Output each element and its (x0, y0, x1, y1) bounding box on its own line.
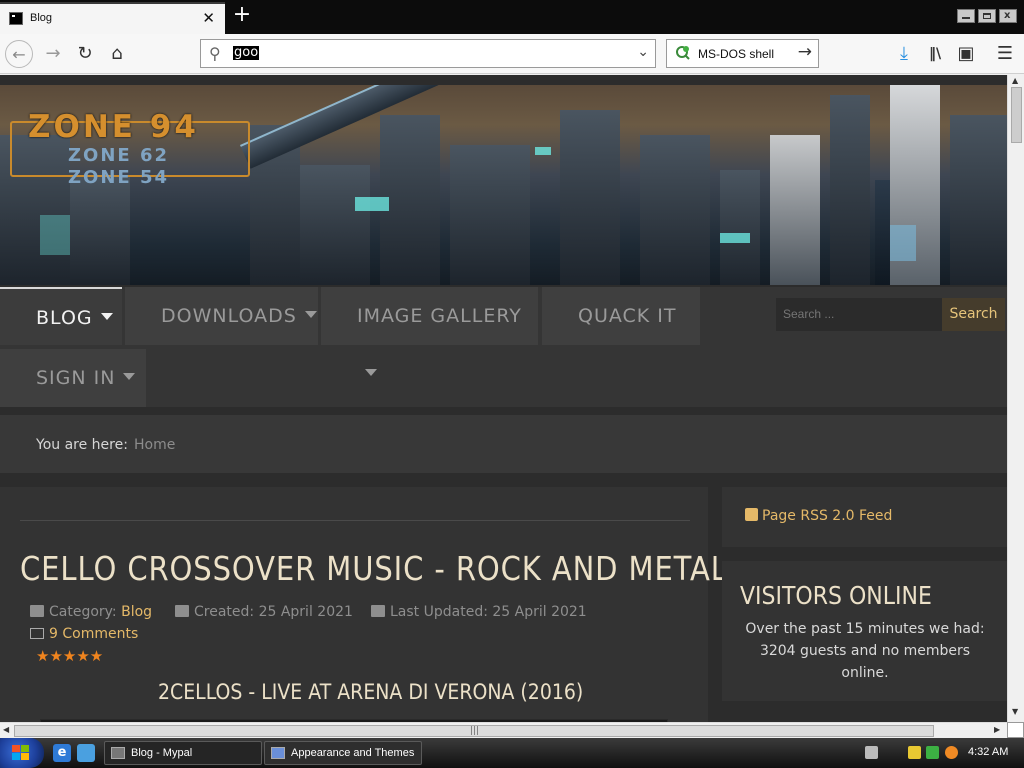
article: CELLO CROSSOVER MUSIC - ROCK AND METAL C… (0, 487, 727, 722)
logo-sub-text: ZONE 62 (68, 145, 170, 166)
menu-item-image-gallery[interactable]: IMAGE GALLERY (321, 287, 538, 376)
site-search-button[interactable]: Search (942, 298, 1005, 331)
scroll-up-icon[interactable]: ▲ (1012, 76, 1018, 85)
site-banner: ZONE 94 ZONE 62 ZONE 54 (0, 85, 1007, 285)
search-engine-box[interactable]: MS-DOS shell → (666, 39, 819, 68)
browser-window: Blog ✕ + x ← → ↻ ⌂ ⚲ goo ⌄ MS-DOS shell … (0, 0, 1024, 738)
calendar-icon (175, 605, 189, 617)
visitors-module: VISITORS ONLINE Over the past 15 minutes… (722, 561, 1007, 701)
article-created: Created: 25 April 2021 (175, 604, 353, 620)
menu-item-sign-in[interactable]: SIGN IN (0, 349, 146, 407)
tab-title: Blog (30, 12, 53, 24)
caret-down-icon (304, 311, 317, 318)
breadcrumb-home-link[interactable]: Home (134, 437, 175, 453)
internet-explorer-icon[interactable]: e (53, 744, 71, 762)
category-link[interactable]: Blog (121, 604, 152, 620)
article-title[interactable]: CELLO CROSSOVER MUSIC - ROCK AND METAL (20, 549, 728, 588)
menu-item-quack-it[interactable]: QUACK IT (542, 287, 700, 345)
divider (20, 520, 690, 521)
new-tab-icon[interactable]: + (232, 4, 252, 28)
comment-icon (30, 628, 44, 639)
minimize-button[interactable] (957, 9, 975, 23)
menu-item-label: DOWNLOADS (161, 305, 297, 327)
rss-icon (745, 508, 758, 521)
horizontal-scrollbar[interactable]: ◀ ||| ▶ (0, 722, 1007, 738)
shield-icon[interactable] (908, 746, 921, 759)
taskbar-item-appearance[interactable]: Appearance and Themes (264, 741, 422, 765)
video-title: 2CELLOS - LIVE AT ARENA DI VERONA (2016) (158, 680, 584, 704)
maximize-button[interactable] (978, 9, 996, 23)
keyboard-icon[interactable] (865, 746, 878, 759)
vertical-scrollbar[interactable]: ▲ ▼ (1007, 75, 1024, 722)
tab-blog[interactable]: Blog ✕ (0, 2, 225, 34)
caret-down-icon (123, 373, 136, 380)
library-icon[interactable]: ‖\ (921, 40, 949, 68)
folder-icon (30, 605, 44, 617)
search-engine-name: MS-DOS shell (698, 47, 775, 61)
clock[interactable]: 4:32 AM (968, 746, 1008, 758)
logo-sub-text: ZONE 54 (68, 167, 170, 188)
comments-link[interactable]: 9 Comments (30, 626, 138, 642)
search-icon[interactable] (945, 746, 958, 759)
menu-item-label: IMAGE GALLERY (357, 305, 522, 327)
calendar-icon (371, 605, 385, 617)
reload-icon[interactable]: ↻ (71, 40, 99, 68)
menu-item-downloads[interactable]: DOWNLOADS (125, 287, 318, 345)
address-bar[interactable]: ⚲ goo ⌄ (200, 39, 656, 68)
windows-logo-icon (12, 745, 29, 760)
scrollbar-thumb[interactable] (1011, 87, 1022, 143)
download-icon[interactable]: ⤓ (890, 40, 918, 68)
scroll-right-icon[interactable]: ▶ (994, 725, 1000, 734)
menu-item-label: SIGN IN (36, 367, 116, 389)
main-menu: BLOG DOWNLOADS IMAGE GALLERY QUACK IT SI… (0, 287, 1007, 407)
forward-icon[interactable]: → (39, 40, 67, 68)
article-category: Category: Blog (30, 604, 152, 620)
hamburger-menu-icon[interactable]: ☰ (991, 40, 1019, 68)
close-tab-icon[interactable]: ✕ (202, 9, 215, 27)
sidebar-icon[interactable]: ▣ (952, 40, 980, 68)
visitors-text: Over the past 15 minutes we had: 3204 gu… (745, 621, 985, 681)
start-button[interactable] (0, 738, 44, 768)
scroll-down-icon[interactable]: ▼ (1012, 707, 1018, 716)
home-icon[interactable]: ⌂ (103, 40, 131, 68)
search-icon: ⚲ (209, 44, 221, 63)
scrollbar-corner (1007, 722, 1024, 738)
logo-main-text: ZONE 94 (28, 109, 199, 145)
rss-module: Page RSS 2.0 Feed (722, 487, 1007, 547)
navigation-toolbar: ← → ↻ ⌂ ⚲ goo ⌄ MS-DOS shell → ⤓ ‖\ ▣ ☰ (0, 34, 1024, 74)
network-icon[interactable] (926, 746, 939, 759)
site-logo[interactable]: ZONE 94 ZONE 62 ZONE 54 (10, 105, 250, 188)
browser-icon[interactable] (77, 744, 95, 762)
terminal-icon (111, 747, 125, 759)
rss-feed-link[interactable]: Page RSS 2.0 Feed (745, 508, 892, 524)
menu-item-label: BLOG (36, 307, 93, 329)
chevron-down-icon[interactable]: ⌄ (637, 44, 649, 60)
back-icon[interactable]: ← (5, 40, 33, 68)
address-input-text[interactable]: goo (233, 46, 260, 60)
article-updated: Last Updated: 25 April 2021 (371, 604, 587, 620)
close-window-button[interactable]: x (999, 9, 1017, 23)
rating-stars[interactable]: ★★★★★ (36, 647, 103, 665)
scrollbar-thumb[interactable]: ||| (14, 725, 934, 737)
site-search-input[interactable] (776, 298, 942, 331)
caret-down-icon (365, 369, 377, 376)
tab-bar: Blog ✕ + x (0, 0, 1024, 34)
terminal-icon (9, 12, 23, 25)
page-viewport: ZONE 94 ZONE 62 ZONE 54 BLOG DOWNLOADS I… (0, 75, 1007, 722)
control-panel-icon (271, 747, 285, 759)
taskbar-item-blog[interactable]: Blog - Mypal (104, 741, 262, 765)
scroll-left-icon[interactable]: ◀ (3, 725, 9, 734)
visitors-title: VISITORS ONLINE (740, 581, 932, 610)
taskbar: e Blog - Mypal Appearance and Themes 4:3… (0, 738, 1024, 768)
breadcrumb: You are here: Home (0, 415, 1007, 473)
arrow-right-icon[interactable]: → (798, 42, 812, 62)
system-tray: 4:32 AM (858, 738, 1024, 768)
caret-down-icon (100, 313, 113, 320)
menu-item-label: QUACK IT (578, 305, 677, 327)
menu-item-blog[interactable]: BLOG (0, 287, 122, 345)
search-engine-icon (676, 46, 690, 60)
breadcrumb-label: You are here: (36, 437, 128, 453)
